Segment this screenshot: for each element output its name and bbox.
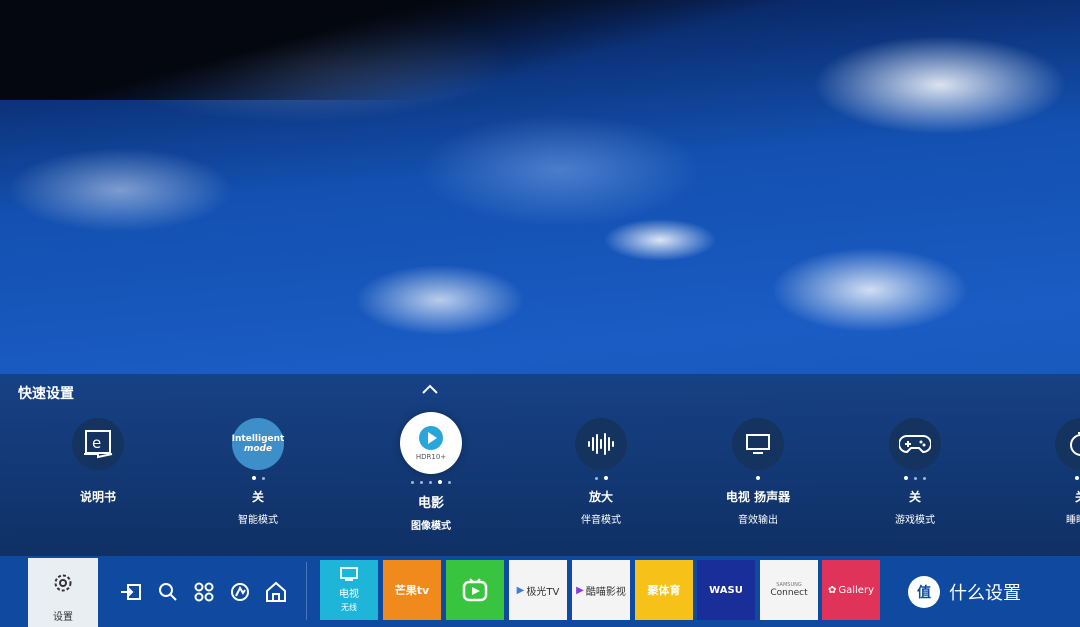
quick-item-intelligent-mode[interactable]: Intelligent mode 关 智能模式 [193, 418, 323, 526]
intelligent-mode-text: Intelligent [231, 434, 285, 444]
jiguang-logo-icon: ▶ [516, 584, 525, 596]
sound-wave-icon [575, 418, 627, 470]
mode-text: mode [243, 444, 273, 454]
gear-icon [54, 574, 72, 592]
app-tile-samsung-connect[interactable]: SAMSUNG Connect [760, 560, 818, 620]
app-tile-label: 电视 [339, 589, 359, 600]
quick-item-value: 放大 [588, 490, 613, 504]
app-tile-label: Connect [770, 588, 808, 598]
watermark-text: 什么设置 [949, 583, 1021, 604]
hdr10-text: HDR10+ [415, 453, 447, 461]
kumiao-logo-icon: ▶ [576, 584, 584, 596]
app-tile-gallery[interactable]: ✿ Gallery [822, 560, 880, 620]
quick-item-value: 关 [908, 490, 921, 504]
app-tile-label: 芒果tv [394, 584, 430, 597]
quick-item-value: 关 [251, 490, 264, 504]
gamepad-icon [889, 418, 941, 470]
app-tile-label: 聚体育 [647, 584, 681, 597]
intelligent-mode-icon: Intelligent mode [232, 418, 284, 470]
chevron-up-icon[interactable] [421, 382, 439, 396]
app-tile-wasu[interactable]: WASU [697, 560, 755, 620]
svg-text:e: e [92, 434, 101, 452]
quick-settings-title: 快速设置 [18, 386, 74, 402]
quick-item-sound-output[interactable]: 电视 扬声器 音效输出 [693, 418, 823, 526]
quick-item-e-manual[interactable]: e 说明书 [33, 418, 163, 505]
app-tile-iqiyi[interactable] [446, 560, 504, 620]
quick-item-value: 关 [1016, 488, 1080, 505]
app-tile-ju-sports[interactable]: 聚体育 [635, 560, 693, 620]
quick-item-label: 说明书 [79, 490, 116, 504]
source-icon[interactable] [118, 578, 146, 606]
e-manual-icon: e [72, 418, 124, 470]
quick-item-value: 电影 [417, 496, 444, 511]
settings-label: 设置 [53, 612, 73, 623]
flower-icon: ✿ [827, 584, 837, 596]
iqiyi-logo-icon [462, 578, 488, 602]
ambient-icon[interactable] [226, 578, 254, 606]
quick-item-label: 音效输出 [738, 515, 778, 526]
watermark: 值 什么设置 [908, 576, 1021, 608]
apps-icon[interactable] [190, 578, 218, 606]
app-tile-label: Gallery [838, 584, 874, 596]
quick-item-label: 游戏模式 [895, 515, 935, 526]
option-dots [193, 476, 323, 486]
app-tile-label: 酷喵影视 [585, 586, 626, 598]
quick-item-picture-mode[interactable]: HDR10+ 电影 图像模式 [366, 412, 496, 532]
watermark-logo-icon: 值 [908, 576, 940, 608]
play-icon: HDR10+ [400, 412, 462, 474]
space-backdrop [0, 0, 1080, 100]
option-dots [366, 480, 496, 490]
timer-icon [1055, 418, 1080, 470]
app-tile-mango-tv[interactable]: 芒果tv [383, 560, 441, 620]
separator [306, 562, 307, 620]
app-tile-jiguang-tv[interactable]: ▶ 极光TV [509, 560, 567, 620]
option-dots [850, 476, 980, 486]
taskbar: 设置 电视 无线 芒果tv ▶ 极光TV ▶ 酷喵影视 聚体育 WASU SAM… [0, 556, 1080, 627]
quick-item-value: 电视 扬声器 [725, 490, 791, 504]
settings-button[interactable]: 设置 [28, 558, 98, 627]
option-dots [536, 476, 666, 486]
quick-item-label: 睡眠定 [1066, 515, 1080, 526]
quick-item-sound-mode[interactable]: 放大 伴音模式 [536, 418, 666, 526]
app-tile-sublabel: 无线 [341, 603, 357, 612]
quick-settings-panel: 快速设置 e 说明书 Intelligent mode 关 智能模式 HDR10… [0, 374, 1080, 556]
tv-icon [340, 567, 358, 581]
app-tile-tv[interactable]: 电视 无线 [320, 560, 378, 620]
tv-speaker-icon [732, 418, 784, 470]
quick-item-game-mode[interactable]: 关 游戏模式 [850, 418, 980, 526]
quick-item-sleep-timer[interactable]: 关 睡眠定 [1016, 418, 1080, 526]
app-tile-label: WASU [709, 584, 743, 596]
quick-item-label: 伴音模式 [581, 515, 621, 526]
search-icon[interactable] [154, 578, 182, 606]
quick-item-label: 图像模式 [411, 521, 451, 532]
option-dots [693, 476, 823, 486]
home-icon[interactable] [262, 578, 290, 606]
quick-item-label: 智能模式 [238, 515, 278, 526]
app-tile-kumiao[interactable]: ▶ 酷喵影视 [572, 560, 630, 620]
quick-item-sleep-timer-clip: 关 睡眠定 [1010, 418, 1080, 550]
app-tile-label: 极光TV [526, 586, 560, 598]
option-dots [1016, 476, 1080, 486]
